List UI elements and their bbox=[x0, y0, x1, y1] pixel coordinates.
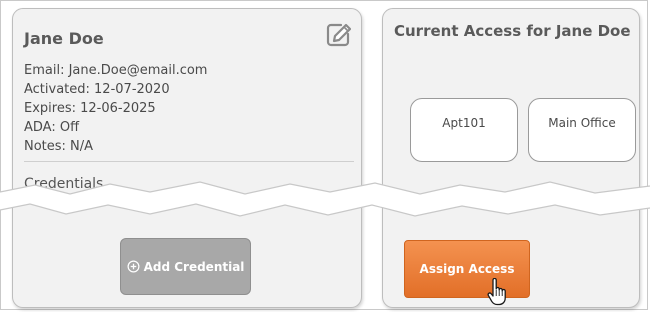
assign-access-label: Assign Access bbox=[419, 262, 515, 276]
user-name-heading: Jane Doe bbox=[24, 29, 104, 48]
pencil-edit-icon[interactable] bbox=[325, 22, 351, 48]
hand-pointer-icon bbox=[487, 278, 506, 306]
access-tile-main-office[interactable]: Main Office bbox=[528, 98, 636, 162]
section-divider bbox=[24, 161, 354, 162]
email-line: Email: Jane.Doe@email.com bbox=[24, 63, 208, 78]
access-tile-label: Main Office bbox=[548, 116, 616, 130]
activated-line: Activated: 12-07-2020 bbox=[24, 82, 170, 97]
current-access-card: Current Access for Jane Doe Apt101 Main … bbox=[382, 8, 640, 308]
plus-circle-icon bbox=[127, 260, 140, 273]
current-access-heading: Current Access for Jane Doe bbox=[394, 22, 631, 40]
add-credential-button[interactable]: Add Credential bbox=[120, 238, 251, 295]
ada-line: ADA: Off bbox=[24, 120, 80, 135]
access-tile-label: Apt101 bbox=[442, 116, 486, 130]
user-details-card: Jane Doe Email: Jane.Doe@email.com Activ… bbox=[12, 8, 362, 308]
notes-line: Notes: N/A bbox=[24, 139, 94, 154]
torn-edge-divider bbox=[0, 181, 650, 217]
expires-line: Expires: 12-06-2025 bbox=[24, 101, 156, 116]
access-tile-apt101[interactable]: Apt101 bbox=[410, 98, 518, 162]
user-details-list: Email: Jane.Doe@email.com Activated: 12-… bbox=[24, 61, 207, 156]
add-credential-label: Add Credential bbox=[143, 259, 245, 274]
screenshot-frame: Jane Doe Email: Jane.Doe@email.com Activ… bbox=[0, 0, 648, 310]
assign-access-button[interactable]: Assign Access bbox=[404, 240, 530, 298]
